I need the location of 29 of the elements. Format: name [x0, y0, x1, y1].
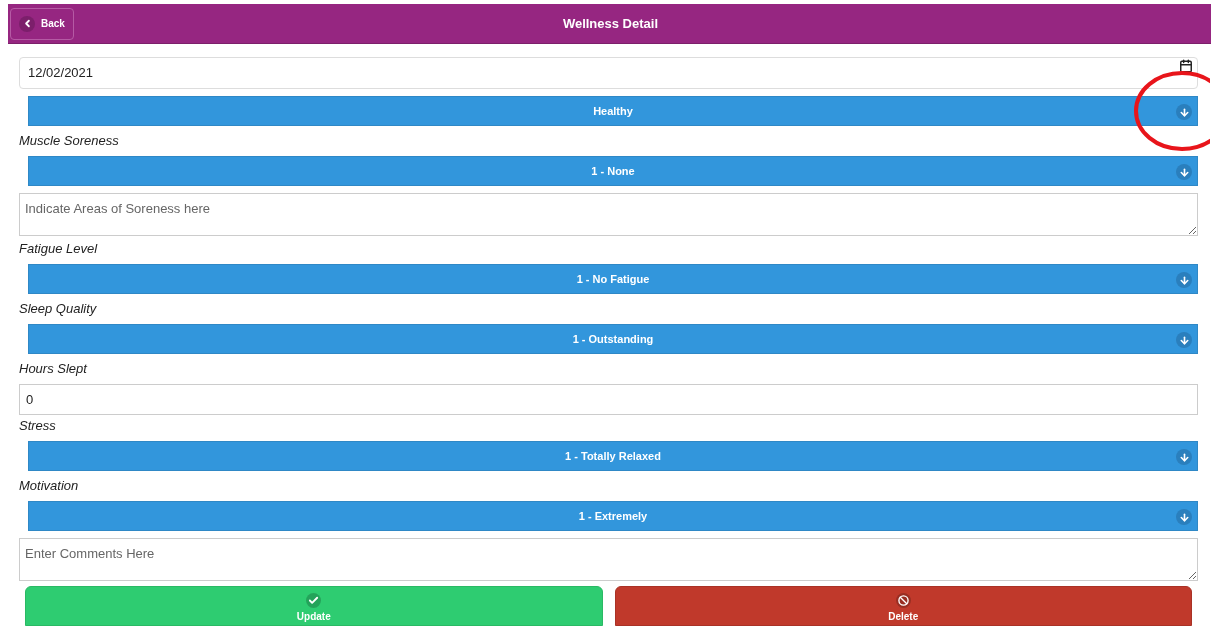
text-area[interactable]: Indicate Areas of Soreness here: [19, 193, 1198, 236]
number-input[interactable]: 0: [19, 384, 1198, 415]
field-label: Muscle Soreness: [19, 133, 120, 148]
dropdown-button[interactable]: 1 - Outstanding: [28, 324, 1198, 354]
back-button[interactable]: Back: [10, 7, 74, 40]
arrow-down-icon: [1176, 332, 1192, 348]
no-entry-icon: [897, 595, 909, 606]
dropdown-button[interactable]: 1 - None: [28, 156, 1198, 186]
field-label: Fatigue Level: [19, 241, 99, 256]
text-area[interactable]: Enter Comments Here: [19, 538, 1198, 581]
arrow-down-icon: [1176, 509, 1192, 525]
dropdown-button[interactable]: 1 - No Fatigue: [28, 264, 1198, 294]
field-label: Sleep Quality: [19, 301, 98, 316]
dropdown-button[interactable]: 1 - Extremely: [28, 501, 1198, 531]
date-field[interactable]: 12/02/2021: [19, 57, 1198, 89]
dropdown-button[interactable]: 1 - Totally Relaxed: [28, 441, 1198, 471]
arrow-down-icon: [1176, 272, 1192, 288]
update-button[interactable]: Update: [25, 586, 603, 626]
arrow-down-icon: [1176, 164, 1192, 180]
field-label: Hours Slept: [19, 361, 89, 376]
page-title: Wellness Detail: [562, 14, 658, 33]
delete-button[interactable]: Delete: [614, 586, 1192, 626]
field-label: Stress: [19, 418, 57, 433]
calendar-icon[interactable]: [1179, 59, 1193, 73]
arrow-down-icon: [1176, 449, 1192, 465]
field-label: Motivation: [19, 478, 80, 493]
dropdown-button[interactable]: Healthy: [28, 96, 1198, 126]
check-icon: [308, 595, 320, 606]
arrow-down-icon: [1176, 104, 1192, 120]
